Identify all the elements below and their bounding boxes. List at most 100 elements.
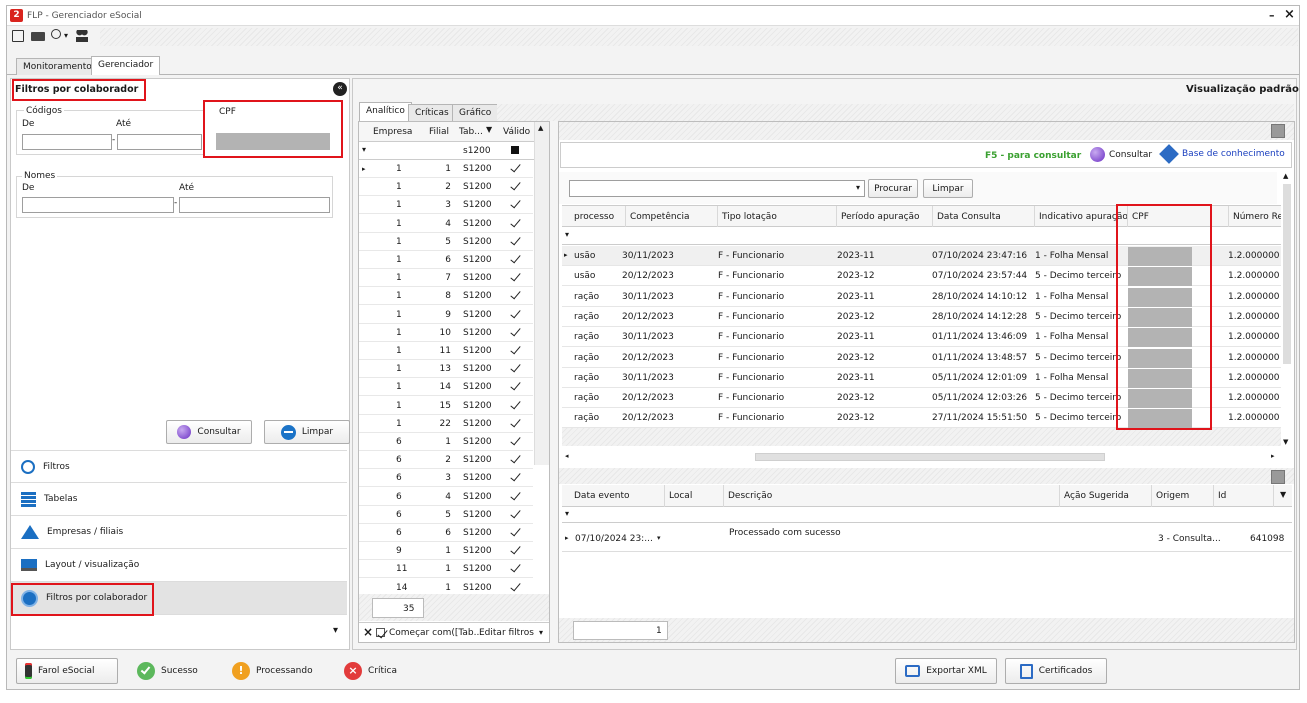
valido-checkbox[interactable] [510, 309, 520, 319]
company-row[interactable]: 1 1 S1200 [359, 160, 533, 178]
col-header[interactable]: Indicativo apuração [1035, 206, 1128, 228]
valido-checkbox[interactable] [510, 418, 520, 428]
search-combo[interactable]: ▾ [569, 180, 865, 197]
valido-checkbox[interactable] [510, 436, 520, 446]
minimize-button[interactable]: – [1269, 9, 1275, 22]
chevron-down-icon[interactable]: ▾ [657, 534, 661, 542]
tab-gerenciador[interactable]: Gerenciador [91, 56, 161, 75]
company-row[interactable]: 1 22 S1200 [359, 414, 533, 433]
valido-checkbox[interactable] [510, 254, 520, 264]
valido-checkbox[interactable] [510, 400, 520, 410]
clear-filter-icon[interactable]: × [363, 625, 373, 639]
result-row[interactable]: ração 30/11/2023 F - Funcionario 2023-11 05/… [562, 367, 1281, 388]
detail-expand-icon[interactable] [1271, 470, 1285, 484]
result-row[interactable]: usão 30/11/2023 F - Funcionario 2023-11 07/1… [562, 246, 1281, 266]
tab-grafico[interactable]: Gráfico [452, 104, 499, 121]
company-row[interactable]: 6 2 S1200 [359, 451, 533, 470]
nomes-de-input[interactable] [22, 197, 174, 213]
company-row[interactable]: 111S1200 [359, 560, 533, 579]
edit-filters-link[interactable]: Editar filtros [479, 628, 534, 638]
search-limpar-button[interactable]: Limpar [923, 179, 973, 198]
col-header[interactable]: Número Recib [1229, 206, 1289, 228]
result-row[interactable]: ração 30/11/2023 F - Funcionario 2023-11 01/… [562, 327, 1281, 348]
detail-data-evento[interactable]: 07/10/2024 23:... [575, 534, 653, 544]
toolbar-consultar-button[interactable]: Consultar [1090, 147, 1152, 162]
search-icon[interactable] [51, 29, 61, 39]
valido-checkbox[interactable] [510, 199, 520, 209]
certificados-button[interactable]: Certificados [1005, 658, 1107, 684]
close-button[interactable]: × [1284, 7, 1295, 22]
filter-tab-value[interactable]: s1200 [463, 146, 491, 156]
nav-empresas[interactable]: Empresas / filiais [11, 516, 347, 549]
exit-icon[interactable] [12, 30, 24, 42]
exportar-xml-button[interactable]: Exportar XML [895, 658, 997, 684]
company-row[interactable]: 9 1 S1200 [359, 542, 533, 561]
farol-button[interactable]: Farol eSocial [16, 658, 118, 684]
company-row[interactable]: 1 6 S1200 [359, 251, 533, 269]
results-hscroll[interactable]: ◂ ▸ [562, 450, 1281, 464]
valido-checkbox[interactable] [510, 472, 520, 482]
tab-analitico[interactable]: Analítico [359, 102, 412, 121]
limpar-button[interactable]: Limpar [264, 420, 350, 444]
company-grid-scrollbar[interactable]: ▲ [534, 122, 549, 465]
expand-icon[interactable] [1271, 124, 1285, 138]
detail-column-menu-icon[interactable]: ▼ [1280, 490, 1286, 499]
company-row[interactable]: 6 5 S1200 [359, 505, 533, 524]
company-row[interactable]: 6 3 S1200 [359, 469, 533, 488]
valido-checkbox[interactable] [510, 290, 520, 300]
col-header[interactable]: Data Consulta [933, 206, 1035, 228]
col-tab[interactable]: Tab... [459, 127, 483, 137]
valido-checkbox[interactable] [510, 218, 520, 228]
valido-checkbox[interactable] [510, 327, 520, 337]
tab-criticas[interactable]: Críticas [408, 104, 456, 121]
result-row[interactable]: ração 30/11/2023 F - Funcionario 2023-11 28/… [562, 286, 1281, 307]
col-header[interactable]: processo [570, 206, 626, 228]
nav-filtros[interactable]: Filtros [11, 450, 347, 483]
nav-more-icon[interactable]: ▾ [333, 625, 338, 636]
nav-layout[interactable]: Layout / visualização [11, 549, 347, 582]
company-row[interactable]: 6 6 S1200 [359, 524, 533, 542]
valido-checkbox[interactable] [510, 363, 520, 373]
valido-checkbox[interactable] [510, 491, 520, 501]
company-row[interactable]: 1 5 S1200 [359, 232, 533, 251]
detail-col-header[interactable]: Id [1214, 485, 1274, 507]
nav-filtros-colaborador[interactable]: Filtros por colaborador [11, 582, 347, 615]
detail-col-header[interactable]: Origem [1152, 485, 1214, 507]
company-row[interactable]: 6 1 S1200 [359, 433, 533, 451]
company-row[interactable]: 1 10 S1200 [359, 323, 533, 342]
valido-checkbox[interactable] [510, 272, 520, 282]
valido-checkbox[interactable] [510, 236, 520, 246]
valido-checkbox[interactable] [510, 345, 520, 355]
search-dropdown-icon[interactable]: ▾ [64, 31, 68, 40]
procurar-button[interactable]: Procurar [868, 179, 918, 198]
cpf-input-redacted[interactable] [216, 133, 330, 150]
col-header[interactable]: Competência [626, 206, 718, 228]
detail-col-header[interactable]: Ação Sugerida [1060, 485, 1152, 507]
col-empresa[interactable]: Empresa [373, 127, 412, 137]
nomes-ate-input[interactable] [179, 197, 330, 213]
result-row[interactable]: ração 20/12/2023 F - Funcionario 2023-12 05/… [562, 388, 1281, 409]
col-header[interactable]: Tipo lotação [718, 206, 837, 228]
detail-col-header[interactable]: Data evento [570, 485, 665, 507]
company-row[interactable]: 111S1200 [359, 342, 533, 360]
valido-checkbox[interactable] [510, 381, 520, 391]
tab-monitoramento[interactable]: Monitoramento [16, 58, 99, 75]
valido-checkbox[interactable] [510, 582, 520, 592]
result-row[interactable]: ração 20/12/2023 F - Funcionario 2023-12 28/… [562, 306, 1281, 327]
result-row[interactable]: ração 20/12/2023 F - Funcionario 2023-12 27/… [562, 408, 1281, 429]
company-row[interactable]: 1 7 S1200 [359, 269, 533, 288]
base-conhecimento-link[interactable]: Base de conhecimento [1159, 144, 1285, 164]
company-row[interactable]: 1 2 S1200 [359, 178, 533, 197]
consultar-button[interactable]: Consultar [166, 420, 252, 444]
collapse-button[interactable]: « [333, 82, 347, 96]
company-row[interactable]: 1 9 S1200 [359, 305, 533, 324]
company-row[interactable]: 6 4 S1200 [359, 487, 533, 506]
filter-valido-checkbox[interactable] [511, 146, 519, 154]
col-header[interactable]: CPF [1128, 206, 1229, 228]
filter-checkbox[interactable] [376, 628, 385, 637]
valido-checkbox[interactable] [510, 454, 520, 464]
col-filial[interactable]: Filial [429, 127, 449, 137]
detail-col-header[interactable]: Descrição [724, 485, 1060, 507]
col-valido[interactable]: Válido [503, 127, 530, 137]
keyboard-icon[interactable] [31, 32, 45, 41]
